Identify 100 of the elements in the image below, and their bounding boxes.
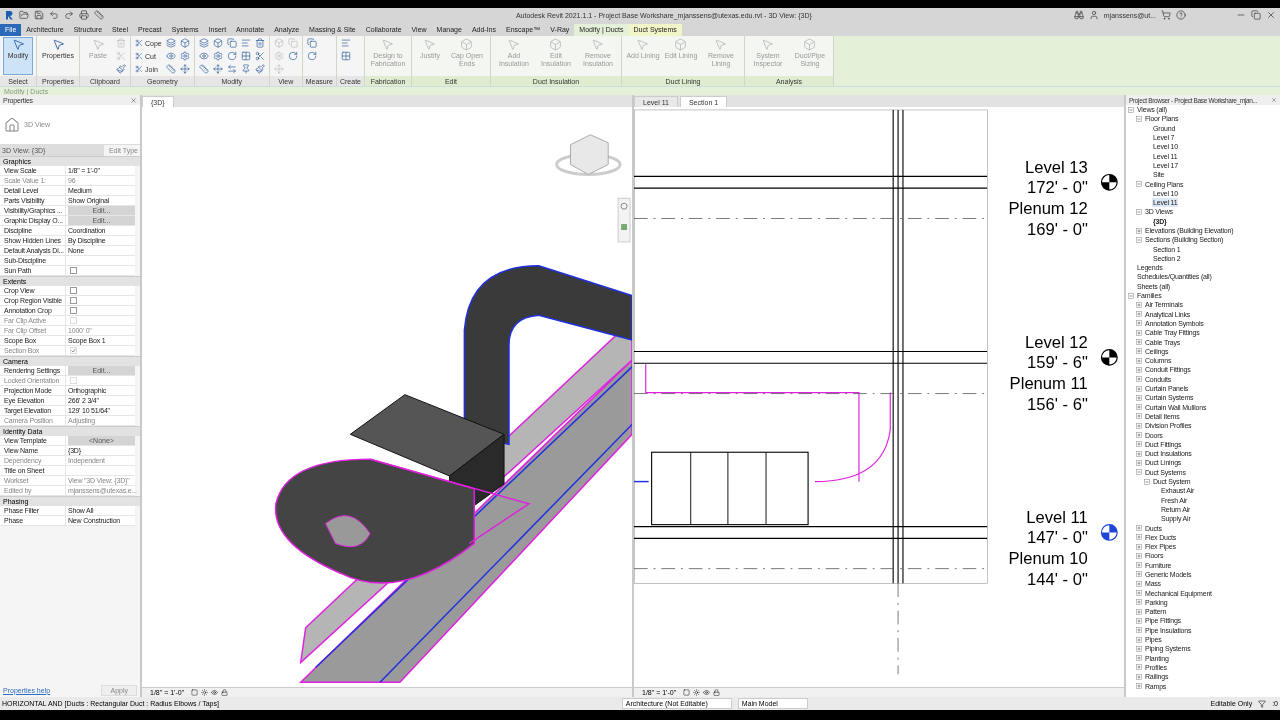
collapse-icon[interactable] bbox=[1136, 469, 1142, 476]
expand-icon[interactable] bbox=[1136, 645, 1142, 652]
layers-icon[interactable] bbox=[197, 37, 210, 49]
rotate-icon[interactable] bbox=[286, 50, 299, 62]
lock-icon[interactable] bbox=[221, 689, 229, 696]
collapse-icon[interactable] bbox=[1136, 115, 1142, 122]
expand-icon[interactable] bbox=[1136, 339, 1142, 346]
cart-icon[interactable] bbox=[1161, 10, 1171, 20]
pointer-icon[interactable] bbox=[51, 38, 65, 51]
layers-icon[interactable] bbox=[164, 37, 177, 49]
lock-icon[interactable] bbox=[713, 689, 721, 696]
expand-icon[interactable] bbox=[1136, 450, 1142, 457]
expand-icon[interactable] bbox=[1136, 590, 1142, 597]
expand-icon[interactable] bbox=[1136, 301, 1142, 308]
open-icon[interactable] bbox=[19, 10, 29, 20]
settings-icon[interactable] bbox=[178, 50, 191, 62]
user-icon[interactable] bbox=[1088, 10, 1099, 20]
expand-icon[interactable] bbox=[1136, 673, 1142, 680]
delete-icon[interactable] bbox=[253, 37, 266, 49]
expand-icon[interactable] bbox=[1136, 227, 1142, 234]
expand-icon[interactable] bbox=[1136, 617, 1142, 624]
expand-icon[interactable] bbox=[1136, 599, 1142, 606]
level-head-icon[interactable] bbox=[1100, 348, 1118, 366]
redo-icon[interactable] bbox=[64, 10, 74, 20]
array-icon[interactable] bbox=[339, 50, 352, 62]
rotate-icon[interactable] bbox=[225, 50, 238, 62]
expand-icon[interactable] bbox=[1136, 525, 1142, 531]
undo-icon[interactable] bbox=[49, 10, 59, 20]
eye-icon[interactable] bbox=[164, 50, 177, 62]
expand-icon[interactable] bbox=[1136, 357, 1142, 364]
scissors-icon[interactable] bbox=[135, 52, 143, 60]
expand-icon[interactable] bbox=[1136, 608, 1142, 615]
restore-icon[interactable] bbox=[1251, 10, 1261, 20]
align-icon[interactable] bbox=[339, 37, 352, 49]
rotate-icon[interactable] bbox=[305, 50, 318, 62]
expand-icon[interactable] bbox=[1136, 366, 1142, 373]
measure-icon[interactable] bbox=[94, 10, 104, 20]
sun-icon[interactable] bbox=[693, 689, 701, 696]
expand-icon[interactable] bbox=[1136, 422, 1142, 429]
expand-icon[interactable] bbox=[1136, 320, 1142, 327]
scissors-icon[interactable] bbox=[135, 39, 143, 47]
expand-icon[interactable] bbox=[1136, 394, 1142, 401]
cube-icon[interactable] bbox=[178, 37, 191, 49]
collapse-icon[interactable] bbox=[1136, 236, 1142, 243]
ruler-icon[interactable] bbox=[164, 63, 177, 75]
collapse-icon[interactable] bbox=[1136, 181, 1142, 187]
expand-icon[interactable] bbox=[1136, 534, 1142, 541]
move-icon[interactable] bbox=[211, 63, 224, 75]
expand-icon[interactable] bbox=[1136, 441, 1142, 448]
checkbox[interactable] bbox=[70, 297, 77, 304]
expand-icon[interactable] bbox=[1136, 385, 1142, 392]
sun-icon[interactable] bbox=[201, 689, 209, 696]
expand-icon[interactable] bbox=[1136, 404, 1142, 411]
visibility-icon[interactable] bbox=[211, 689, 219, 696]
scissors-icon[interactable] bbox=[135, 65, 143, 73]
expand-icon[interactable] bbox=[1136, 636, 1142, 643]
detail-level-icon[interactable] bbox=[683, 689, 691, 696]
expand-icon[interactable] bbox=[1136, 580, 1142, 587]
paintbrush-icon[interactable] bbox=[253, 63, 266, 75]
expand-icon[interactable] bbox=[1136, 627, 1142, 634]
close-icon[interactable] bbox=[1266, 10, 1276, 20]
expand-icon[interactable] bbox=[1136, 655, 1142, 662]
expand-icon[interactable] bbox=[1136, 348, 1142, 355]
help-icon[interactable] bbox=[1176, 10, 1186, 20]
expand-icon[interactable] bbox=[1136, 376, 1142, 383]
expand-icon[interactable] bbox=[1136, 571, 1142, 578]
expand-icon[interactable] bbox=[1136, 664, 1142, 671]
close-icon[interactable] bbox=[130, 96, 137, 104]
view-cube-icon[interactable] bbox=[555, 134, 622, 176]
expand-icon[interactable] bbox=[1136, 552, 1142, 559]
visibility-icon[interactable] bbox=[703, 689, 711, 696]
array-icon[interactable] bbox=[239, 50, 252, 62]
collapse-icon[interactable] bbox=[1128, 106, 1134, 113]
navigation-bar-icon[interactable] bbox=[617, 197, 631, 243]
print-icon[interactable] bbox=[79, 10, 89, 20]
checkbox[interactable] bbox=[70, 267, 77, 274]
settings-icon[interactable] bbox=[211, 50, 224, 62]
detail-level-icon[interactable] bbox=[191, 689, 199, 696]
collapse-icon[interactable] bbox=[1144, 478, 1150, 485]
pin-icon[interactable] bbox=[239, 63, 252, 75]
app-logo-icon[interactable] bbox=[4, 10, 14, 20]
filter-icon[interactable] bbox=[1258, 699, 1267, 708]
level-head-icon[interactable] bbox=[1100, 524, 1118, 541]
copy-icon[interactable] bbox=[225, 37, 238, 49]
collapse-icon[interactable] bbox=[1128, 292, 1134, 299]
mirror-icon[interactable] bbox=[225, 63, 238, 75]
cube-icon[interactable] bbox=[211, 37, 224, 49]
search-icon[interactable] bbox=[1073, 10, 1084, 20]
checkbox[interactable] bbox=[70, 307, 77, 314]
scissors-icon[interactable] bbox=[253, 50, 266, 62]
move-icon[interactable] bbox=[178, 63, 191, 75]
expand-icon[interactable] bbox=[1136, 311, 1142, 318]
expand-icon[interactable] bbox=[1136, 329, 1142, 336]
expand-icon[interactable] bbox=[1136, 432, 1142, 439]
expand-icon[interactable] bbox=[1136, 543, 1142, 550]
align-icon[interactable] bbox=[239, 37, 252, 49]
save-icon[interactable] bbox=[34, 10, 44, 20]
pointer-icon[interactable] bbox=[11, 38, 25, 51]
close-icon[interactable] bbox=[1271, 97, 1277, 103]
expand-icon[interactable] bbox=[1136, 459, 1142, 466]
